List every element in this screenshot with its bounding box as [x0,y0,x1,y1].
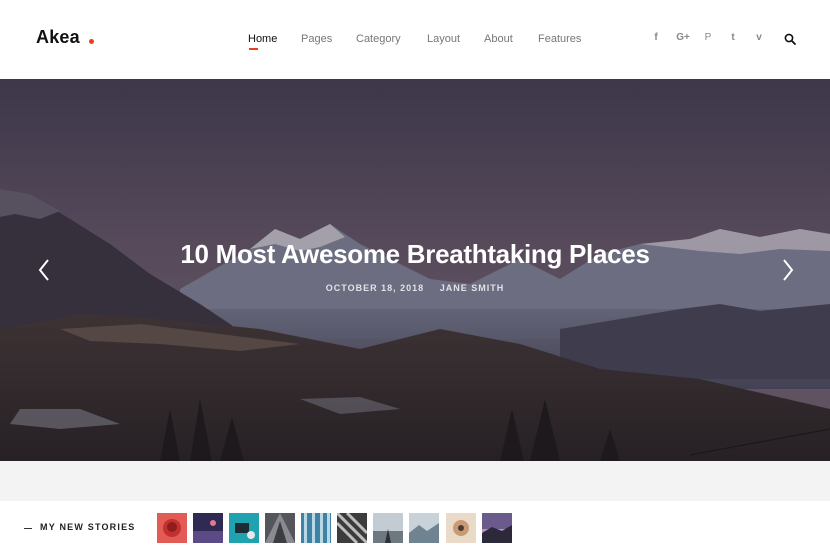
nav-item-layout[interactable]: Layout [427,33,460,45]
google-plus-icon[interactable]: G+ [674,32,692,43]
logo-dot [89,39,94,44]
active-nav-indicator [249,48,258,50]
story-thumb-6[interactable] [337,513,367,543]
story-thumb-10[interactable] [482,513,512,543]
story-thumb-2[interactable] [193,513,223,543]
hero-title[interactable]: 10 Most Awesome Breathtaking Places [0,239,830,270]
nav-item-about[interactable]: About [484,33,513,45]
nav-item-category[interactable]: Category [356,33,401,45]
stories-strip: MY NEW STORIES [0,501,830,548]
pinterest-icon[interactable]: P [701,32,715,43]
twitter-icon[interactable]: t [726,32,740,43]
stories-dash [24,528,32,529]
hero-background-image [0,79,830,461]
story-thumb-9[interactable] [446,513,476,543]
story-thumb-8[interactable] [409,513,439,543]
story-thumb-5[interactable] [301,513,331,543]
site-logo[interactable]: Akea [36,27,80,48]
stories-label: MY NEW STORIES [40,522,136,532]
chevron-left-icon[interactable] [36,257,52,283]
section-divider [0,461,830,501]
nav-item-pages[interactable]: Pages [301,33,332,45]
story-thumb-7[interactable] [373,513,403,543]
story-thumb-3[interactable] [229,513,259,543]
hero-author[interactable]: JANE SMITH [440,283,505,293]
hero-date: OCTOBER 18, 2018 [325,283,425,293]
chevron-right-icon[interactable] [780,257,796,283]
vimeo-icon[interactable]: v [752,32,766,43]
hero-slider: 10 Most Awesome Breathtaking Places OCTO… [0,79,830,461]
site-header: Akea Home Pages Category Layout About Fe… [0,0,830,79]
story-thumb-1[interactable] [157,513,187,543]
nav-item-features[interactable]: Features [538,33,581,45]
search-icon[interactable] [784,33,796,45]
nav-item-home[interactable]: Home [248,33,277,45]
story-thumb-4[interactable] [265,513,295,543]
facebook-icon[interactable]: f [649,32,663,43]
hero-meta: OCTOBER 18, 2018 JANE SMITH [0,283,830,293]
